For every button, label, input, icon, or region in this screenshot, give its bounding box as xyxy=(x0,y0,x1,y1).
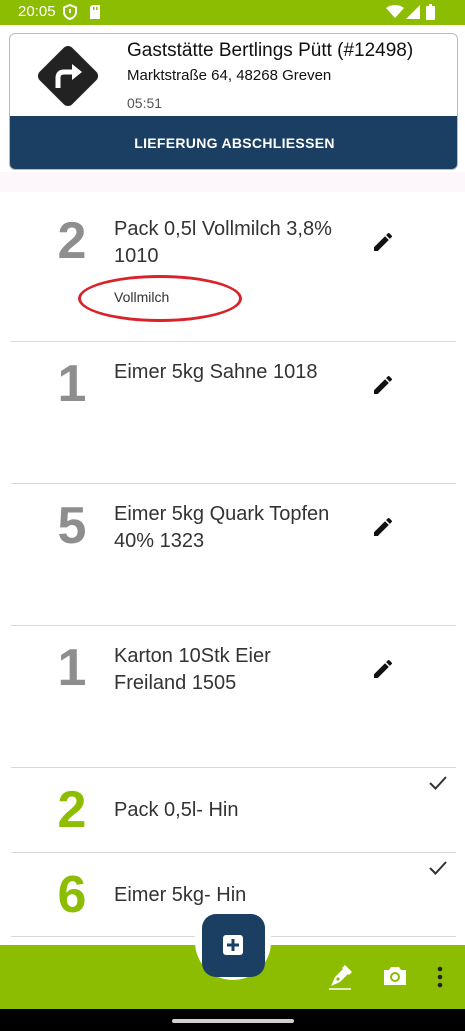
item-quantity: 6 xyxy=(57,866,87,924)
header-spacer xyxy=(0,172,465,192)
edit-icon[interactable] xyxy=(371,515,395,539)
item-name: Eimer 5kg Quark Topfen 40% 1323 xyxy=(114,503,330,552)
eta-time: 05:51 xyxy=(127,95,163,111)
delivery-card: Gaststätte Bertlings Pütt (#12498) Markt… xyxy=(9,33,458,170)
item-quantity: 2 xyxy=(57,212,87,270)
item-quantity: 5 xyxy=(57,497,87,555)
customer-address: Marktstraße 64, 48268 Greven xyxy=(127,67,332,84)
item-name: Pack 0,5l Vollmilch 3,8% 1010 xyxy=(114,218,332,267)
add-item-icon xyxy=(223,935,243,955)
item-name: Pack 0,5l- Hin xyxy=(114,799,239,821)
item-name: Karton 10Stk Eier Freiland 1505 xyxy=(114,645,271,694)
list-item[interactable]: 1 Eimer 5kg Sahne 1018 xyxy=(11,341,456,483)
item-note: Vollmilch xyxy=(114,289,170,305)
item-quantity: 1 xyxy=(57,639,87,697)
customer-name: Gaststätte Bertlings Pütt (#12498) xyxy=(127,40,414,61)
status-bar: 20:05 xyxy=(0,0,465,25)
check-icon[interactable] xyxy=(427,857,449,879)
signature-pen-icon[interactable] xyxy=(327,964,353,995)
item-quantity: 1 xyxy=(57,355,87,413)
edit-icon[interactable] xyxy=(371,657,395,681)
list-item[interactable]: 2 Pack 0,5l Vollmilch 3,8% 1010 Vollmilc… xyxy=(11,199,456,341)
vpn-shield-icon xyxy=(63,3,77,25)
item-name: Eimer 5kg Sahne 1018 xyxy=(114,361,318,383)
home-gesture-handle[interactable] xyxy=(172,1019,294,1023)
turn-right-sign-icon xyxy=(32,40,104,112)
finish-delivery-button[interactable]: LIEFERUNG ABSCHLIESSEN xyxy=(10,116,457,169)
more-vertical-icon[interactable] xyxy=(436,966,444,993)
status-time: 20:05 xyxy=(18,3,56,20)
add-item-button[interactable] xyxy=(202,914,265,977)
battery-icon xyxy=(426,4,435,25)
signal-icon xyxy=(406,5,420,24)
edit-icon[interactable] xyxy=(371,230,395,254)
sd-card-icon xyxy=(89,4,101,25)
system-navigation-bar xyxy=(0,1009,465,1031)
edit-icon[interactable] xyxy=(371,373,395,397)
check-icon[interactable] xyxy=(427,772,449,794)
list-item[interactable]: 2 Pack 0,5l- Hin xyxy=(11,767,456,852)
list-item[interactable]: 1 Karton 10Stk Eier Freiland 1505 xyxy=(11,625,456,767)
item-name: Eimer 5kg- Hin xyxy=(114,884,247,906)
wifi-icon xyxy=(386,5,404,24)
item-quantity: 2 xyxy=(57,781,87,839)
camera-icon[interactable] xyxy=(382,964,408,993)
list-item[interactable]: 5 Eimer 5kg Quark Topfen 40% 1323 xyxy=(11,483,456,625)
